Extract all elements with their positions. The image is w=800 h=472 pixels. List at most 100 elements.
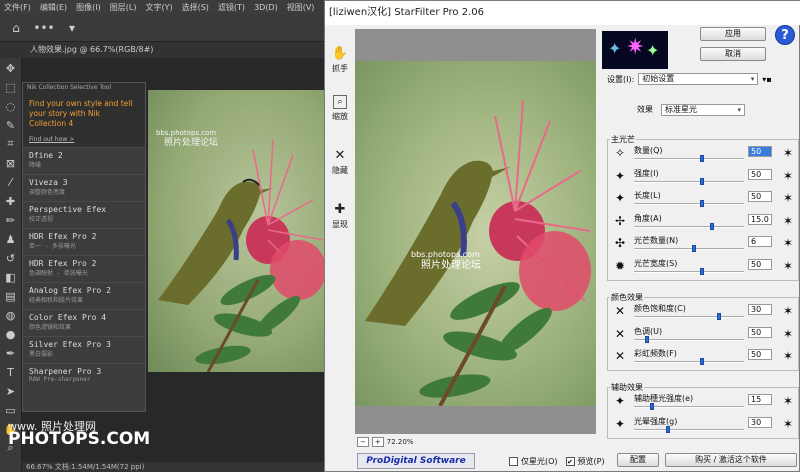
- preview-photo[interactable]: [355, 61, 596, 406]
- lasso-tool-icon[interactable]: ◌: [3, 98, 19, 114]
- slider-value-input[interactable]: 50: [748, 349, 772, 360]
- marquee-tool-icon[interactable]: ⬚: [3, 79, 19, 95]
- preview-checkbox[interactable]: ✔ 预览(P): [565, 456, 605, 467]
- crop-tool-icon[interactable]: ⌗: [3, 136, 19, 152]
- history-brush-icon[interactable]: ↺: [3, 250, 19, 266]
- zoom-tool[interactable]: ⌕ 缩放: [327, 95, 353, 122]
- menu-item[interactable]: 3D(D): [254, 3, 278, 12]
- slider-thumb[interactable]: [699, 267, 704, 275]
- settings-dropdown[interactable]: 初始设置: [638, 73, 759, 85]
- menu-item[interactable]: 文件(F): [4, 2, 31, 13]
- help-icon[interactable]: ?: [775, 25, 795, 45]
- ray-preview-icon: ✢: [614, 213, 626, 228]
- slider-value-input[interactable]: 15.0: [748, 213, 772, 225]
- blur-tool-icon[interactable]: ◍: [3, 307, 19, 323]
- nik-plugin-item[interactable]: Dfine 2 降噪: [23, 147, 145, 174]
- brush-tool-icon[interactable]: ✏: [3, 212, 19, 228]
- slider-thumb[interactable]: [699, 200, 704, 207]
- config-button[interactable]: 配置: [617, 453, 659, 467]
- slider-thumb[interactable]: [699, 358, 704, 365]
- menu-item[interactable]: 图像(I): [76, 2, 101, 13]
- document-tab[interactable]: 人物效果.jpg @ 66.7%(RGB/8#): [0, 42, 330, 58]
- only-light-checkbox[interactable]: 仅星光(O): [509, 456, 558, 467]
- nik-plugin-item[interactable]: Perspective Efex 校正透视: [23, 201, 145, 228]
- chevron-down-icon[interactable]: ▾: [62, 19, 82, 37]
- slider-track[interactable]: [634, 361, 744, 363]
- menu-item[interactable]: 选择(S): [182, 2, 209, 13]
- slider-thumb[interactable]: [699, 177, 704, 185]
- healing-tool-icon[interactable]: ✚: [3, 193, 19, 209]
- eraser-tool-icon[interactable]: ◧: [3, 269, 19, 285]
- menu-item[interactable]: 图层(L): [110, 2, 137, 13]
- nik-plugin-item[interactable]: HDR Efex Pro 2 色调映射 - 单张曝光: [23, 255, 145, 282]
- slider-thumb[interactable]: [716, 313, 721, 320]
- slider-track[interactable]: [634, 180, 744, 183]
- slider-track[interactable]: [634, 428, 744, 431]
- hand-tool[interactable]: ✋ 抓手: [327, 45, 353, 74]
- path-select-tool-icon[interactable]: ➤: [3, 383, 19, 399]
- slider-value-input[interactable]: 6: [748, 236, 772, 247]
- slider-value-input[interactable]: 50: [748, 168, 772, 180]
- nik-plugin-item[interactable]: Analog Efex Pro 2 经典相机和胶片效果: [23, 282, 145, 309]
- slider-thumb[interactable]: [710, 222, 715, 230]
- show-tool[interactable]: ✚ 显现: [327, 201, 353, 230]
- slider-value-input[interactable]: 15: [748, 394, 772, 405]
- menu-item[interactable]: 编辑(E): [40, 2, 67, 13]
- star-thumb-icon-3: ✦: [646, 41, 660, 60]
- slider-track[interactable]: [634, 248, 744, 250]
- gradient-tool-icon[interactable]: ▤: [3, 288, 19, 304]
- move-tool-icon[interactable]: ✥: [3, 60, 19, 76]
- slider-track[interactable]: [634, 225, 744, 228]
- slider-value-input[interactable]: 30: [748, 416, 772, 428]
- nik-plugin-item[interactable]: Color Efex Pro 4 颜色滤镜和效果: [23, 309, 145, 336]
- slider-track[interactable]: [634, 158, 744, 160]
- buy-activate-button[interactable]: 购买 / 激活这个软件: [665, 453, 797, 467]
- pen-tool-icon[interactable]: ✒: [3, 345, 19, 361]
- nik-plugin-item[interactable]: Sharpener Pro 3 RAW Pre-sharpener: [23, 363, 145, 390]
- ray-preview-icon: ✦: [614, 168, 626, 183]
- starfilter-dialog: [liziwen汉化] StarFilter Pro 2.06 ✋ 抓手 ⌕ 缩…: [324, 0, 800, 472]
- nik-plugin-name: Analog Efex Pro 2: [29, 286, 111, 295]
- prodigital-logo: ProDigital Software: [357, 453, 475, 469]
- menu-item[interactable]: 文字(Y): [145, 2, 172, 13]
- slider-value-input[interactable]: 50: [748, 258, 772, 270]
- zoom-out-button[interactable]: −: [357, 437, 369, 447]
- settings-menu-icon[interactable]: ▾▪: [762, 75, 771, 84]
- dodge-tool-icon[interactable]: ●: [3, 326, 19, 342]
- shape-tool-icon[interactable]: ▭: [3, 402, 19, 418]
- apply-button[interactable]: 应用: [700, 27, 766, 41]
- nik-plugin-desc: 色调映射 - 单张曝光: [29, 270, 88, 277]
- slider-value-input[interactable]: 50: [748, 191, 772, 202]
- slider-thumb[interactable]: [692, 245, 697, 252]
- home-icon[interactable]: ⌂: [6, 19, 26, 37]
- nik-plugin-item[interactable]: Viveza 3 调整颜色亮度: [23, 174, 145, 201]
- stamp-tool-icon[interactable]: ♟: [3, 231, 19, 247]
- slider-thumb[interactable]: [699, 155, 704, 162]
- slider-track[interactable]: [634, 270, 744, 273]
- zoom-bar: − + 72.20%: [355, 437, 596, 447]
- ray-result-icon: ✶: [782, 394, 794, 408]
- slider-thumb[interactable]: [644, 335, 649, 343]
- effect-dropdown[interactable]: 标准星光: [661, 103, 745, 116]
- type-tool-icon[interactable]: T: [3, 364, 19, 380]
- menu-item[interactable]: 滤镜(T): [218, 2, 245, 13]
- nik-plugin-item[interactable]: Silver Efex Pro 3 黑白摄影: [23, 336, 145, 363]
- slider-thumb[interactable]: [649, 403, 654, 410]
- more-icon[interactable]: •••: [33, 19, 54, 37]
- slider-track[interactable]: [634, 203, 744, 205]
- slider-track[interactable]: [634, 338, 744, 341]
- nik-promo-link[interactable]: Find out how >: [29, 135, 139, 145]
- slider-value-input[interactable]: 30: [748, 304, 772, 315]
- slider-value-input[interactable]: 50: [748, 326, 772, 338]
- slider-thumb[interactable]: [665, 425, 670, 433]
- slider-value-input[interactable]: 50: [748, 146, 772, 157]
- slider-track[interactable]: [634, 316, 744, 318]
- frame-tool-icon[interactable]: ⊠: [3, 155, 19, 171]
- quick-select-tool-icon[interactable]: ✎: [3, 117, 19, 133]
- eyedropper-tool-icon[interactable]: ⁄: [3, 174, 19, 190]
- cancel-button[interactable]: 取消: [700, 47, 766, 61]
- nik-plugin-item[interactable]: HDR Efex Pro 2 单一 - 多张曝光: [23, 228, 145, 255]
- zoom-in-button[interactable]: +: [371, 437, 384, 447]
- menu-item[interactable]: 视图(V): [287, 2, 315, 13]
- hide-tool[interactable]: ✕ 隐藏: [327, 147, 353, 176]
